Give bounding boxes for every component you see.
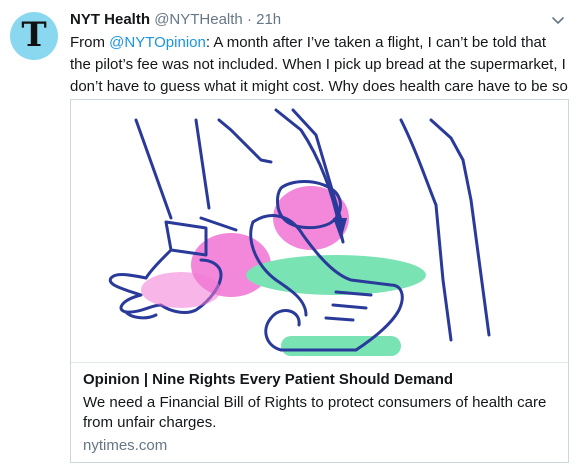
- avatar[interactable]: T: [10, 12, 58, 60]
- tweet-header: NYT Health @NYTHealth · 21h: [70, 10, 550, 30]
- tweet[interactable]: T NYT Health @NYTHealth · 21h From @NYTO…: [0, 0, 580, 465]
- link-card[interactable]: Opinion | Nine Rights Every Patient Shou…: [70, 99, 569, 463]
- card-domain[interactable]: nytimes.com: [83, 436, 556, 456]
- tweet-text-before: From: [70, 34, 110, 51]
- card-illustration[interactable]: [71, 100, 568, 362]
- author-name[interactable]: NYT Health: [70, 11, 150, 28]
- author-handle[interactable]: @NYTHealth: [154, 11, 243, 28]
- card-body[interactable]: Opinion | Nine Rights Every Patient Shou…: [71, 362, 568, 462]
- nyt-logo-icon: T: [21, 15, 47, 55]
- header-separator: ·: [246, 11, 252, 28]
- chevron-down-icon[interactable]: [550, 12, 566, 28]
- card-title[interactable]: Opinion | Nine Rights Every Patient Shou…: [83, 370, 556, 390]
- tweet-time[interactable]: 21h: [256, 11, 281, 28]
- card-description: We need a Financial Bill of Rights to pr…: [83, 394, 547, 431]
- mention-link[interactable]: @NYTOpinion: [109, 34, 206, 51]
